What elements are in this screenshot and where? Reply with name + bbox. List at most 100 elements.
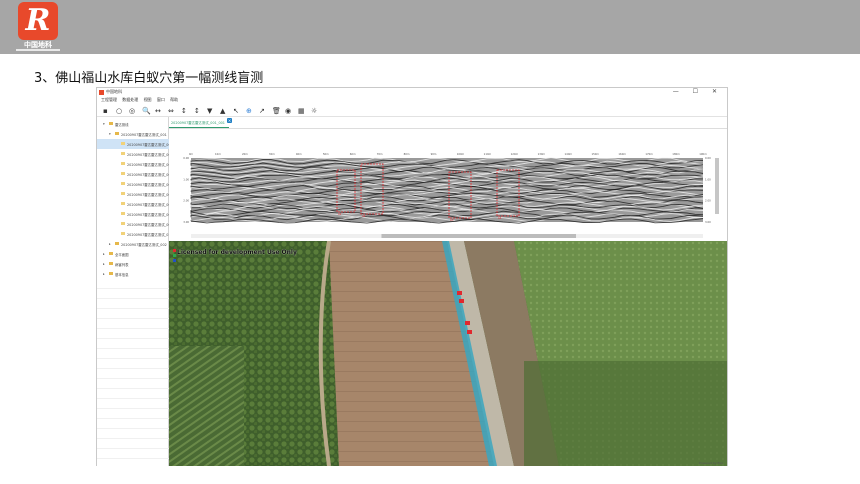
pointer-icon[interactable]: ↖ [233, 106, 239, 116]
triangle-up-icon[interactable]: ▲ [220, 106, 225, 116]
tree-item[interactable]: ▸ 病害列表 [97, 259, 169, 269]
folder-icon [109, 272, 113, 275]
search-icon[interactable]: 🔍 [142, 106, 151, 116]
resize-vertical-icon[interactable]: ↕ [194, 106, 200, 116]
arrow-both-icon[interactable]: ⇔ [168, 106, 174, 116]
x-tick-label: 0m [189, 152, 194, 156]
tree-item[interactable]: 20200907雷达雷达测试_010 [97, 229, 169, 239]
map-anomaly-marker[interactable] [465, 321, 470, 325]
menu-item-project[interactable]: 工程管理 [101, 97, 117, 102]
company-logo: R 中国地科 [16, 2, 60, 52]
chevron-right-icon[interactable]: ▸ [103, 272, 105, 276]
tree-item[interactable]: ▸ 20200907雷达雷达测试_002 [97, 239, 169, 249]
menu-item-help[interactable]: 帮助 [170, 97, 178, 102]
eye-icon[interactable]: ◉ [285, 106, 291, 116]
x-tick-label: 50m [323, 152, 329, 156]
menu-item-view[interactable]: 视图 [144, 97, 152, 102]
settings-icon[interactable]: ☼ [311, 106, 317, 116]
tree-item-label: 基本信息 [115, 273, 129, 277]
tree-item-label: 20200907雷达雷达测试_008 [127, 213, 169, 217]
target-icon[interactable]: ⊕ [246, 106, 252, 116]
tree-item[interactable]: 20200907雷达雷达测试_001 [97, 139, 169, 149]
export-icon[interactable]: ↗ [259, 106, 265, 116]
radar-profile-image[interactable]: 0m 10m 20m 30m 40m 50m 60m 70m 80m 90m 100m 110m 120… [169, 150, 727, 240]
tree-item-label: 20200907雷达雷达测试_001 [127, 143, 169, 147]
main-area: 20200907雷达雷达测试_001_001 × 0m 10m 20m 30m 40m 5… [169, 117, 727, 466]
tree-empty-row [97, 389, 169, 399]
tree-empty-row [97, 379, 169, 389]
chevron-down-icon[interactable]: ▾ [103, 122, 105, 126]
tree-empty-row [97, 309, 169, 319]
grid-icon[interactable]: ▦ [298, 106, 305, 116]
anomaly-marker-label: A1 [338, 212, 342, 216]
zoom-icon[interactable]: ◎ [129, 106, 135, 116]
tree-empty-row [97, 449, 169, 459]
chevron-down-icon[interactable]: ▾ [109, 132, 111, 136]
triangle-down-icon[interactable]: ▼ [207, 106, 212, 116]
chevron-right-icon[interactable]: ▸ [109, 242, 111, 246]
tab-radar-line[interactable]: 20200907雷达雷达测试_001_001 [169, 119, 229, 128]
folder-icon [115, 242, 119, 245]
satellite-map[interactable]: Licensed for development Use Only Powere… [169, 241, 727, 466]
tree-item-label: 20200907雷达雷达测试_007 [127, 203, 169, 207]
x-tick-label: 170m [645, 152, 653, 156]
map-anomaly-marker[interactable] [457, 291, 462, 295]
x-tick-label: 80m [404, 152, 410, 156]
x-tick-label: 140m [565, 152, 573, 156]
chevron-right-icon[interactable]: ▸ [103, 262, 105, 266]
open-icon[interactable]: ○ [116, 106, 122, 116]
new-file-icon[interactable]: ▪ [103, 106, 108, 116]
logo-underline [16, 49, 60, 51]
folder-icon [109, 262, 113, 265]
menu-bar: 工程管理 数据处理 视图 窗口 帮助 [97, 97, 727, 104]
logo-text: 中国地科 [24, 41, 52, 49]
tree-item[interactable]: 20200907雷达雷达测试_002 [97, 149, 169, 159]
x-tick-label: 190m [699, 152, 707, 156]
tab-close-icon[interactable]: × [227, 118, 232, 123]
menu-item-window[interactable]: 窗口 [157, 97, 165, 102]
x-tick-label: 110m [484, 152, 492, 156]
tree-empty-row [97, 419, 169, 429]
tree-item-label: 20200907雷达雷达测试_003 [127, 163, 169, 167]
app-window: 中国地科 — ☐ ✕ 工程管理 数据处理 视图 窗口 帮助 ▪ ○ ◎ 🔍 ↔ ⇔ ↕ ↕ ▼ ▲… [96, 87, 728, 466]
tree-item[interactable]: ▾ 雷达测线 [97, 119, 169, 129]
tree-empty-row [97, 429, 169, 439]
folder-icon [109, 122, 113, 125]
file-icon [121, 222, 125, 225]
menu-item-data[interactable]: 数据处理 [122, 97, 138, 102]
toolbar: ▪ ○ ◎ 🔍 ↔ ⇔ ↕ ↕ ▼ ▲ ↖ ⊕ ↗ 🗑 ◉ ▦ ☼ [97, 105, 727, 117]
x-tick-label: 20m [242, 152, 248, 156]
anomaly-marker-label: A2 [362, 214, 366, 218]
project-tree: ▾ 雷达测线 ▾ 20200907雷达雷达测试_001 20200907雷达雷达测试_0… [97, 117, 169, 466]
arrow-left-icon[interactable]: ↔ [155, 106, 161, 116]
tree-item[interactable]: 20200907雷达雷达测试_007 [97, 199, 169, 209]
tree-empty-row [97, 359, 169, 369]
file-icon [121, 212, 125, 215]
map-anomaly-marker[interactable] [459, 299, 464, 303]
tree-item[interactable]: ▸ 全平面图 [97, 249, 169, 259]
tree-item[interactable]: 20200907雷达雷达测试_005 [97, 179, 169, 189]
tree-item[interactable]: 20200907雷达雷达测试_003 [97, 159, 169, 169]
satellite-imagery [169, 241, 727, 466]
delete-icon[interactable]: 🗑 [272, 106, 281, 116]
app-title: 中国地科 [106, 89, 122, 94]
tree-item[interactable]: ▸ 基本信息 [97, 269, 169, 279]
x-tick-label: 180m [672, 152, 680, 156]
tree-item[interactable]: 20200907雷达雷达测试_006 [97, 189, 169, 199]
tree-item[interactable]: 20200907雷达雷达测试_008 [97, 209, 169, 219]
y-tick-label-right: 3.00 [705, 220, 711, 224]
map-anomaly-marker[interactable] [467, 330, 472, 334]
tree-item[interactable]: 20200907雷达雷达测试_009 [97, 219, 169, 229]
tree-item[interactable]: 20200907雷达雷达测试_004 [97, 169, 169, 179]
tree-empty-row [97, 349, 169, 359]
file-icon [121, 142, 125, 145]
map-legend-dot [173, 259, 176, 262]
anomaly-marker-label: A3 [450, 218, 454, 222]
pan-vertical-icon[interactable]: ↕ [181, 106, 187, 116]
window-controls[interactable]: — ☐ ✕ [673, 88, 723, 95]
file-icon [121, 152, 125, 155]
chevron-right-icon[interactable]: ▸ [103, 252, 105, 256]
vertical-scrollbar [715, 158, 719, 214]
tree-item[interactable]: ▾ 20200907雷达雷达测试_001 [97, 129, 169, 139]
y-tick-label: 2.00 [183, 199, 189, 203]
